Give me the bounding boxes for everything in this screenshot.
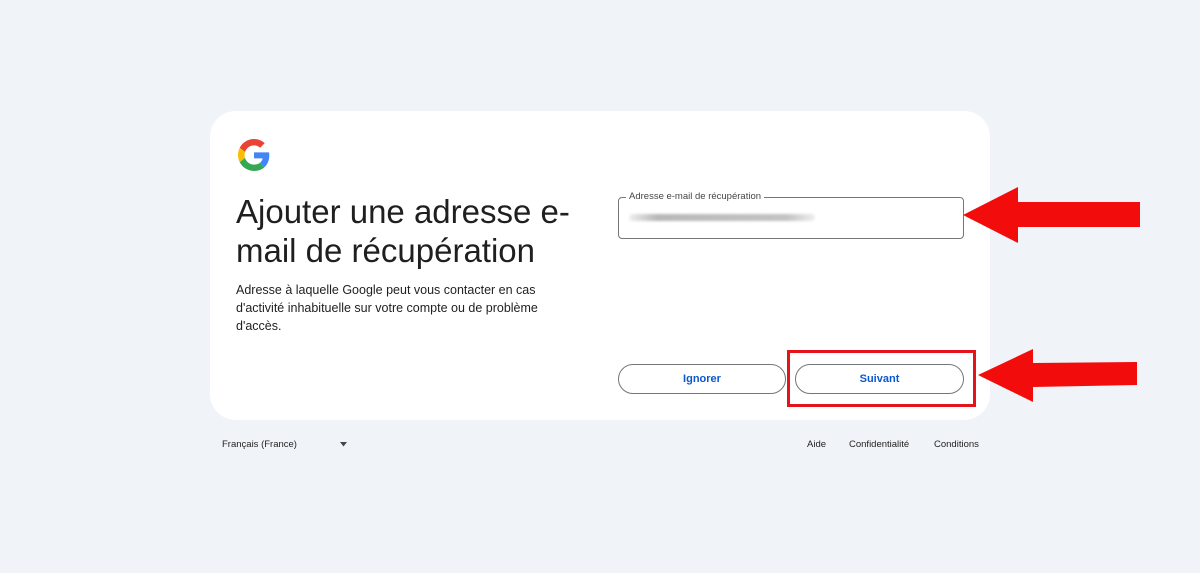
terms-link[interactable]: Conditions bbox=[934, 439, 979, 450]
footer-links: Aide Confidentialité Conditions bbox=[0, 439, 1200, 453]
google-logo-icon bbox=[238, 139, 270, 171]
recovery-email-field[interactable]: Adresse e-mail de récupération bbox=[618, 191, 964, 239]
privacy-link[interactable]: Confidentialité bbox=[849, 439, 909, 450]
page: Ajouter une adresse e-mail de récupérati… bbox=[0, 0, 1200, 573]
page-description: Adresse à laquelle Google peut vous cont… bbox=[236, 283, 538, 333]
red-arrow-icon bbox=[963, 187, 1140, 243]
help-link[interactable]: Aide bbox=[807, 439, 826, 450]
blurred-email-value bbox=[629, 214, 815, 221]
next-button-highlight-box bbox=[787, 350, 976, 407]
skip-button[interactable]: Ignorer bbox=[618, 364, 786, 394]
page-title: Ajouter une adresse e-mail de récupérati… bbox=[236, 193, 570, 269]
recovery-email-label: Adresse e-mail de récupération bbox=[626, 191, 765, 203]
red-arrow-icon bbox=[978, 349, 1137, 402]
